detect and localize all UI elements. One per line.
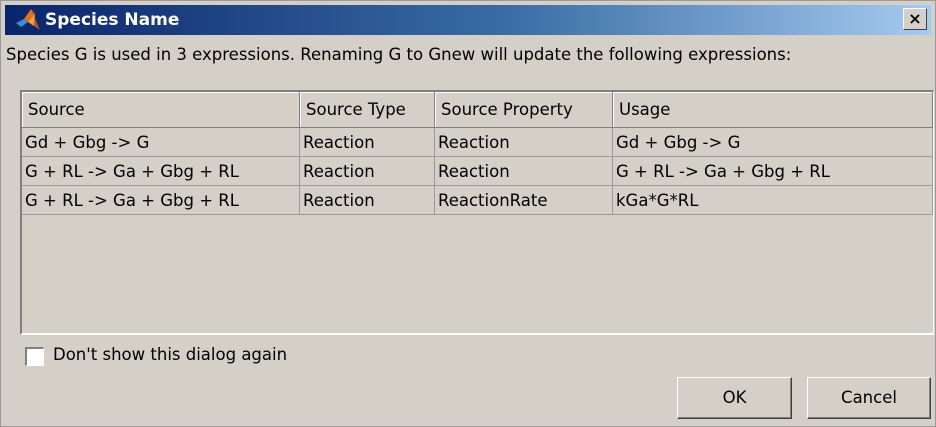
matlab-logo-icon: [16, 9, 40, 30]
title-bar[interactable]: Species Name ×: [5, 5, 931, 35]
species-name-dialog: Species Name × Species G is used in 3 ex…: [0, 0, 936, 427]
table-header-row: Source Source Type Source Property Usage: [22, 92, 933, 128]
cell-source-type: Reaction: [300, 157, 435, 186]
ok-button[interactable]: OK: [677, 377, 792, 419]
column-header-usage[interactable]: Usage: [613, 92, 933, 128]
cell-usage: kGa*G*RL: [613, 186, 933, 215]
cell-usage: Gd + Gbg -> G: [613, 128, 933, 157]
close-icon: ×: [908, 9, 922, 28]
expressions-table: Source Source Type Source Property Usage…: [20, 90, 934, 335]
info-message: Species G is used in 3 expressions. Rena…: [6, 45, 792, 64]
cell-source-property: ReactionRate: [435, 186, 613, 215]
column-header-source[interactable]: Source: [22, 92, 300, 128]
table-row[interactable]: G + RL -> Ga + Gbg + RL Reaction Reactio…: [22, 186, 933, 215]
cell-source: G + RL -> Ga + Gbg + RL: [22, 157, 300, 186]
cell-source-property: Reaction: [435, 128, 613, 157]
close-button[interactable]: ×: [903, 8, 927, 30]
cell-usage: G + RL -> Ga + Gbg + RL: [613, 157, 933, 186]
cell-source-type: Reaction: [300, 186, 435, 215]
cell-source-property: Reaction: [435, 157, 613, 186]
dont-show-again-checkbox[interactable]: [25, 347, 44, 366]
dont-show-again-label[interactable]: Don't show this dialog again: [53, 345, 287, 364]
cell-source: G + RL -> Ga + Gbg + RL: [22, 186, 300, 215]
table-row[interactable]: Gd + Gbg -> G Reaction Reaction Gd + Gbg…: [22, 128, 933, 157]
window-title: Species Name: [45, 10, 180, 30]
column-header-source-type[interactable]: Source Type: [300, 92, 435, 128]
table-row[interactable]: G + RL -> Ga + Gbg + RL Reaction Reactio…: [22, 157, 933, 186]
column-header-source-property[interactable]: Source Property: [435, 92, 613, 128]
cell-source: Gd + Gbg -> G: [22, 128, 300, 157]
cell-source-type: Reaction: [300, 128, 435, 157]
cancel-button[interactable]: Cancel: [807, 377, 931, 419]
